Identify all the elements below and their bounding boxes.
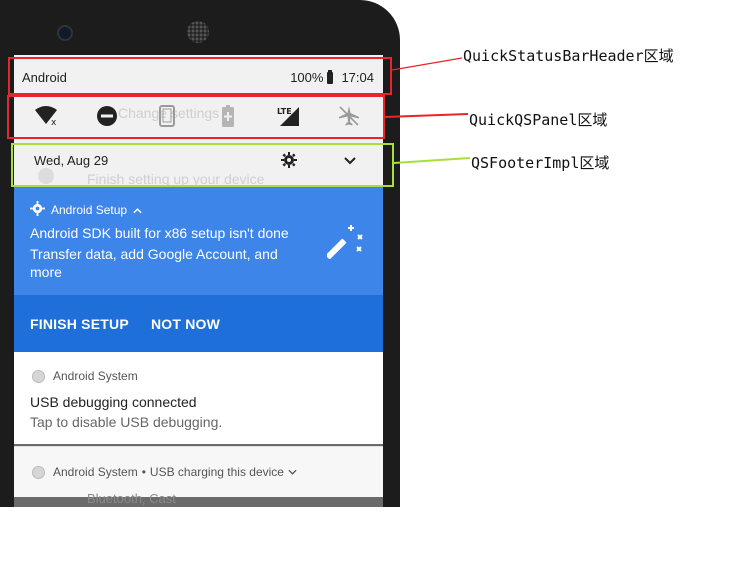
not-now-button[interactable]: NOT NOW — [151, 316, 220, 332]
setup-notification[interactable]: Android Setup Android SDK built for x86 … — [14, 185, 383, 352]
earpiece-speaker — [187, 21, 209, 43]
setup-gear-icon — [30, 201, 45, 219]
setup-header: Android Setup — [30, 201, 142, 219]
charging-app-name: Android System — [53, 465, 138, 479]
footer-leader-line — [393, 157, 471, 164]
usb-title: USB debugging connected — [30, 394, 197, 410]
setup-actions: FINISH SETUP NOT NOW — [14, 295, 383, 352]
footer-annotation-label: QSFooterImpl区域 — [471, 154, 610, 172]
usb-debugging-notification[interactable]: Android System USB debugging connected T… — [14, 352, 383, 444]
header-annotation-box — [8, 57, 392, 95]
setup-text: Transfer data, add Google Account, and m… — [30, 246, 278, 280]
qspanel-annotation-box — [7, 95, 385, 139]
expand-chevron-icon[interactable] — [288, 465, 297, 479]
usb-text: Tap to disable USB debugging. — [30, 414, 223, 430]
magic-wand-icon — [325, 223, 363, 260]
front-camera — [57, 25, 73, 41]
charging-separator: • — [141, 465, 146, 479]
usb-app-name: Android System — [53, 369, 138, 383]
charging-text: USB charging this device — [149, 465, 284, 479]
charging-header: Android System • USB charging this devic… — [32, 465, 297, 479]
footer-annotation-box — [11, 143, 394, 187]
collapse-chevron-icon[interactable] — [133, 203, 142, 217]
ghost-bluetooth-text: Bluetooth, Cast — [87, 491, 176, 506]
finish-setup-button[interactable]: FINISH SETUP — [30, 316, 129, 332]
setup-title: Android SDK built for x86 setup isn't do… — [30, 225, 289, 241]
android-system-icon — [32, 465, 45, 479]
usb-header: Android System — [32, 369, 138, 383]
usb-charging-notification[interactable]: Android System • USB charging this devic… — [14, 446, 383, 497]
qspanel-annotation-label: QuickQSPanel区域 — [469, 111, 608, 129]
header-annotation-label: QuickStatusBarHeader区域 — [463, 47, 674, 65]
android-system-icon — [32, 369, 45, 383]
setup-app-name: Android Setup — [51, 203, 128, 217]
header-leader-line — [391, 57, 463, 71]
